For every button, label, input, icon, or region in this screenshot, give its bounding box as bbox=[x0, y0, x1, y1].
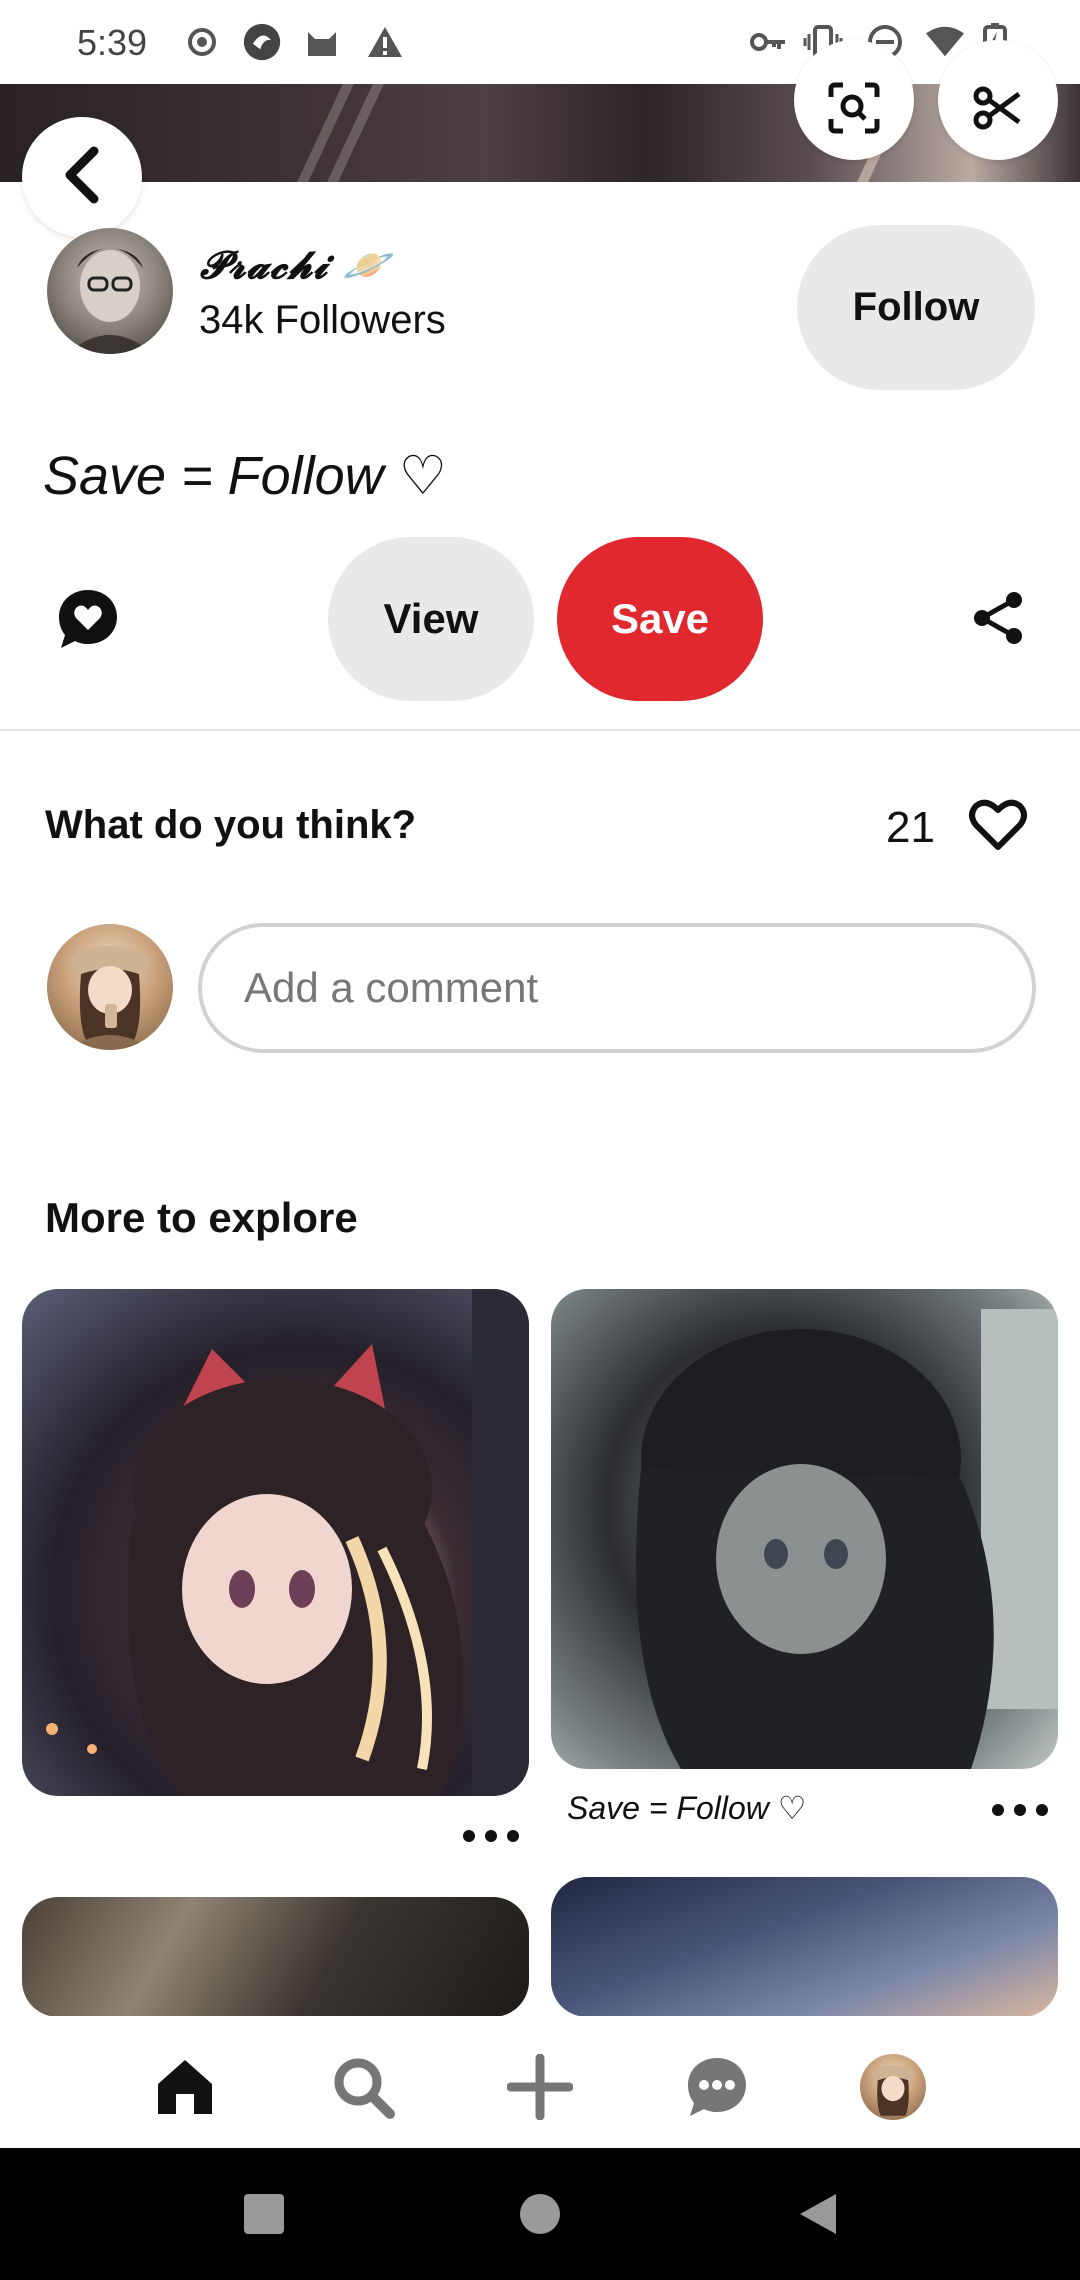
bottom-nav bbox=[0, 2016, 1080, 2148]
cat-icon bbox=[302, 22, 342, 62]
scissors-icon bbox=[973, 86, 1023, 135]
share-icon[interactable] bbox=[970, 590, 1026, 646]
visual-search-icon bbox=[827, 81, 881, 140]
more-horizontal-icon[interactable] bbox=[992, 1800, 1048, 1820]
status-bar: 5:39 bbox=[0, 0, 1080, 84]
like-count: 21 bbox=[886, 803, 935, 852]
messages-icon[interactable] bbox=[682, 2052, 752, 2122]
pin-title: Save = Follow ♡ bbox=[43, 446, 448, 506]
create-icon[interactable] bbox=[505, 2052, 575, 2122]
divider bbox=[0, 729, 1080, 731]
search-icon[interactable] bbox=[328, 2052, 398, 2122]
app-icon bbox=[242, 22, 282, 62]
key-icon bbox=[748, 22, 788, 62]
explore-pin-4[interactable] bbox=[551, 1877, 1058, 2017]
record-icon bbox=[182, 22, 222, 62]
heart-icon[interactable] bbox=[968, 797, 1028, 853]
creator-name[interactable]: 𝓟𝓻𝓪𝓬𝓱𝓲 🪐 bbox=[200, 242, 391, 288]
pin-image[interactable] bbox=[0, 84, 1080, 182]
comment-input[interactable] bbox=[198, 923, 1036, 1053]
back-button[interactable] bbox=[22, 117, 142, 237]
chevron-left-icon bbox=[60, 145, 104, 210]
cut-button[interactable] bbox=[938, 40, 1058, 160]
explore-pin-2[interactable] bbox=[551, 1289, 1058, 1769]
explore-heading: More to explore bbox=[45, 1194, 358, 1241]
visual-search-button[interactable] bbox=[794, 40, 914, 160]
home-circle-icon[interactable] bbox=[518, 2192, 562, 2236]
follow-button[interactable]: Follow bbox=[797, 225, 1035, 390]
warning-icon bbox=[365, 22, 405, 62]
save-button[interactable]: Save bbox=[557, 537, 763, 701]
explore-pin-1[interactable] bbox=[22, 1289, 529, 1796]
comments-heading: What do you think? bbox=[45, 803, 417, 847]
profile-avatar[interactable] bbox=[858, 2052, 928, 2122]
back-triangle-icon[interactable] bbox=[796, 2192, 840, 2236]
creator-followers: 34k Followers bbox=[199, 298, 446, 342]
comment-heart-icon[interactable] bbox=[55, 586, 121, 652]
status-time: 5:39 bbox=[77, 22, 148, 63]
creator-avatar[interactable] bbox=[47, 228, 173, 354]
more-horizontal-icon[interactable] bbox=[463, 1826, 519, 1846]
explore-pin-3[interactable] bbox=[22, 1897, 529, 2017]
explore-pin-2-caption: Save = Follow ♡ bbox=[567, 1790, 807, 1826]
user-avatar[interactable] bbox=[47, 924, 173, 1050]
recents-icon[interactable] bbox=[242, 2192, 286, 2236]
system-nav bbox=[0, 2148, 1080, 2280]
home-icon[interactable] bbox=[150, 2052, 220, 2122]
view-button[interactable]: View bbox=[328, 537, 534, 701]
